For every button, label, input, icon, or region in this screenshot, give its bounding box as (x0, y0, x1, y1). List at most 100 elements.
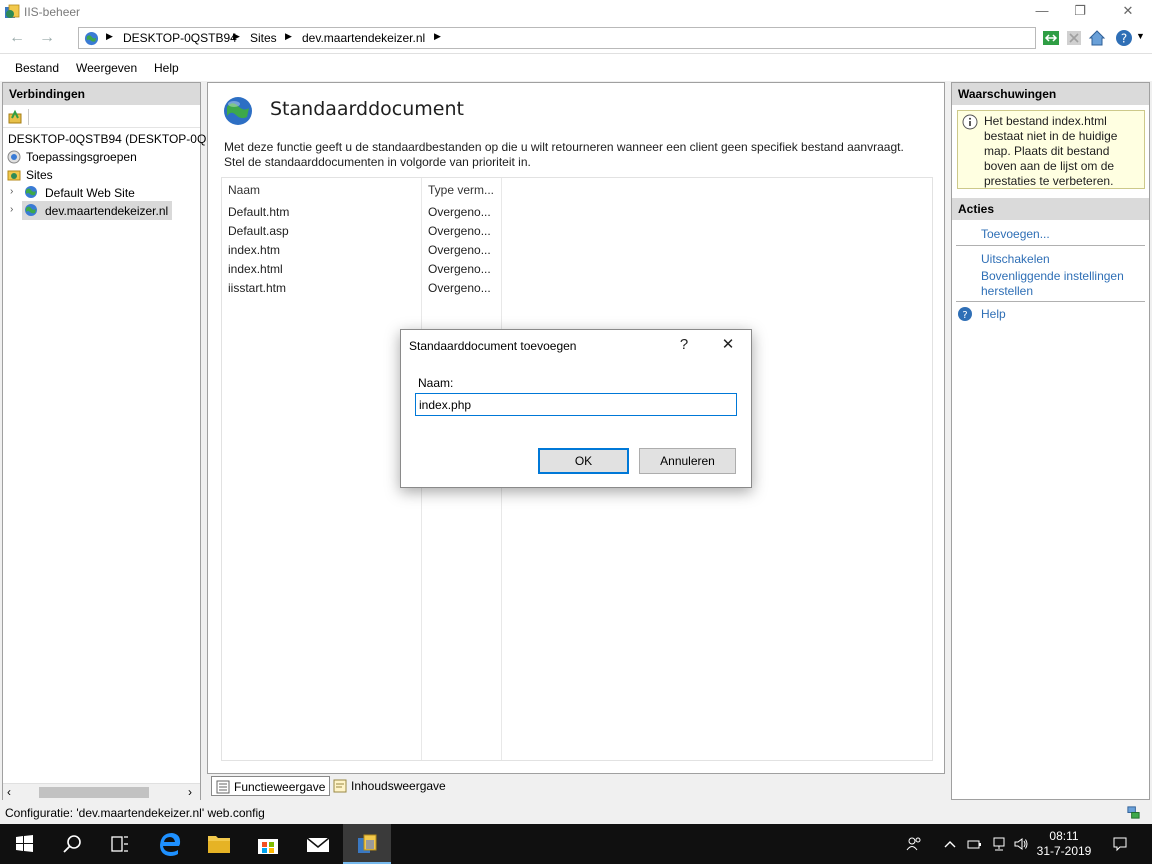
start-windows-icon[interactable] (0, 824, 48, 864)
cancel-button[interactable]: Annuleren (639, 448, 736, 474)
expand-chevron-icon[interactable]: › (10, 186, 13, 197)
dialog-help-button[interactable]: ? (669, 334, 699, 358)
dialog-close-icon[interactable]: ✕ (713, 334, 743, 358)
scroll-right-icon[interactable]: › (188, 785, 192, 799)
help-icon[interactable]: ? (1115, 28, 1135, 48)
globe-icon (84, 31, 99, 46)
content-view-icon (333, 779, 347, 793)
action-disable[interactable]: Uitschakelen (981, 252, 1050, 267)
forward-arrow-icon[interactable]: → (36, 28, 58, 48)
close-window-button[interactable]: ✕ (1106, 0, 1150, 24)
table-row-name[interactable]: Default.htm (228, 205, 289, 219)
menu-weergeven[interactable]: Weergeven (76, 61, 137, 75)
status-bar: Configuratie: 'dev.maartendekeizer.nl' w… (0, 802, 1152, 824)
chevron-up-icon[interactable] (942, 836, 958, 852)
tab-content-view[interactable]: Inhoudsweergave (329, 776, 450, 796)
notifications-icon[interactable] (1112, 836, 1128, 852)
breadcrumb-sites[interactable]: Sites (250, 31, 277, 45)
network-config-icon (1127, 806, 1140, 819)
action-restore-parent[interactable]: Bovenliggende instellingen herstellen (981, 269, 1146, 299)
menu-bestand[interactable]: Bestand (15, 61, 59, 75)
connect-icon[interactable] (7, 109, 23, 125)
home-icon[interactable] (1087, 28, 1107, 48)
store-icon[interactable] (244, 824, 292, 864)
ok-button[interactable]: OK (538, 448, 629, 474)
name-input[interactable] (415, 393, 737, 416)
feature-view-icon (216, 780, 230, 794)
tree-server[interactable]: DESKTOP-0QSTB94 (DESKTOP-0QSTB (8, 132, 230, 146)
stop-icon[interactable] (1064, 28, 1084, 48)
warning-text: Het bestand index.html bestaat niet in d… (984, 114, 1118, 188)
action-add[interactable]: Toevoegen... (981, 227, 1050, 242)
navigation-bar: ← → ▶ DESKTOP-0QSTB94 ▶ Sites ▶ dev.maar… (0, 24, 1152, 54)
address-bar[interactable]: ▶ DESKTOP-0QSTB94 ▶ Sites ▶ dev.maartend… (78, 27, 1036, 49)
globe-icon (25, 186, 37, 198)
clock-time: 08:11 (1049, 829, 1079, 843)
actions-divider (956, 301, 1145, 302)
refresh-icon[interactable] (1041, 28, 1061, 48)
info-icon (962, 114, 978, 130)
table-row-type: Overgeno... (428, 262, 491, 276)
table-row-name[interactable]: Default.asp (228, 224, 289, 238)
tree-site-default[interactable]: Default Web Site (45, 186, 135, 200)
table-row-type: Overgeno... (428, 205, 491, 219)
add-default-document-dialog: Standaarddocument toevoegen ? ✕ Naam: OK… (400, 329, 752, 488)
edge-browser-icon[interactable] (146, 824, 194, 864)
column-header-type[interactable]: Type verm... (422, 178, 502, 200)
clock-date: 31-7-2019 (1036, 844, 1092, 858)
actions-divider (956, 245, 1145, 246)
people-icon[interactable] (906, 836, 922, 852)
iis-app-icon (5, 4, 20, 18)
breadcrumb-separator-icon: ▶ (285, 31, 292, 41)
task-view-icon[interactable] (96, 824, 144, 864)
horizontal-scrollbar[interactable]: ‹ › (3, 783, 200, 800)
tree-app-pools[interactable]: Toepassingsgroepen (26, 150, 137, 164)
help-icon: ? (958, 307, 972, 321)
mail-icon[interactable] (294, 824, 342, 864)
scrollbar-thumb[interactable] (39, 787, 149, 798)
network-icon[interactable] (991, 836, 1007, 852)
table-row-type: Overgeno... (428, 243, 491, 257)
file-explorer-icon[interactable] (195, 824, 243, 864)
page-title: Standaarddocument (270, 98, 464, 120)
actions-header: Acties (952, 198, 1149, 220)
breadcrumb-site[interactable]: dev.maartendekeizer.nl (302, 31, 425, 45)
back-arrow-icon[interactable]: ← (6, 28, 28, 48)
volume-icon[interactable] (1013, 836, 1029, 852)
menu-bar: Bestand Weergeven Help (0, 55, 1152, 81)
power-icon[interactable] (966, 836, 982, 852)
menu-help[interactable]: Help (154, 61, 179, 75)
name-label: Naam: (418, 376, 454, 390)
iis-manager-icon (358, 834, 377, 853)
breadcrumb-separator-icon: ▶ (233, 31, 240, 41)
page-description: Met deze functie geeft u de standaardbes… (224, 140, 904, 169)
action-help[interactable]: Help (981, 307, 1006, 322)
globe-icon (25, 204, 37, 216)
svg-text:?: ? (962, 310, 967, 321)
column-header-name[interactable]: Naam (222, 178, 422, 200)
table-row-name[interactable]: index.html (228, 262, 283, 276)
tab-feature-view-label: Functieweergave (234, 780, 326, 794)
iis-taskbar-item[interactable] (343, 824, 391, 864)
warning-box: Het bestand index.html bestaat niet in d… (957, 110, 1145, 189)
tree-site-selected[interactable]: dev.maartendekeizer.nl (45, 204, 168, 218)
warnings-header: Waarschuwingen (952, 83, 1149, 105)
table-row-name[interactable]: iisstart.htm (228, 281, 286, 295)
expand-chevron-icon[interactable]: › (10, 204, 13, 215)
scroll-left-icon[interactable]: ‹ (7, 785, 11, 799)
breadcrumb-server[interactable]: DESKTOP-0QSTB94 (123, 31, 237, 45)
restore-button[interactable]: ❐ (1058, 0, 1102, 24)
table-row-type: Overgeno... (428, 281, 491, 295)
system-clock[interactable]: 08:11 31-7-2019 (1034, 829, 1094, 859)
dialog-title: Standaarddocument toevoegen (409, 339, 577, 353)
connections-toolbar (3, 106, 200, 128)
connections-panel: Verbindingen DESKTOP-0QSTB94 (DESKTOP-0Q… (2, 82, 230, 800)
tab-content-view-label: Inhoudsweergave (351, 779, 446, 793)
search-icon[interactable] (48, 824, 96, 864)
table-row-name[interactable]: index.htm (228, 243, 280, 257)
status-text: Configuratie: 'dev.maartendekeizer.nl' w… (5, 806, 265, 820)
tree-sites[interactable]: Sites (26, 168, 53, 182)
help-dropdown-arrow-icon[interactable]: ▼ (1136, 31, 1145, 41)
tab-feature-view[interactable]: Functieweergave (211, 776, 331, 796)
svg-text:?: ? (1121, 32, 1127, 46)
